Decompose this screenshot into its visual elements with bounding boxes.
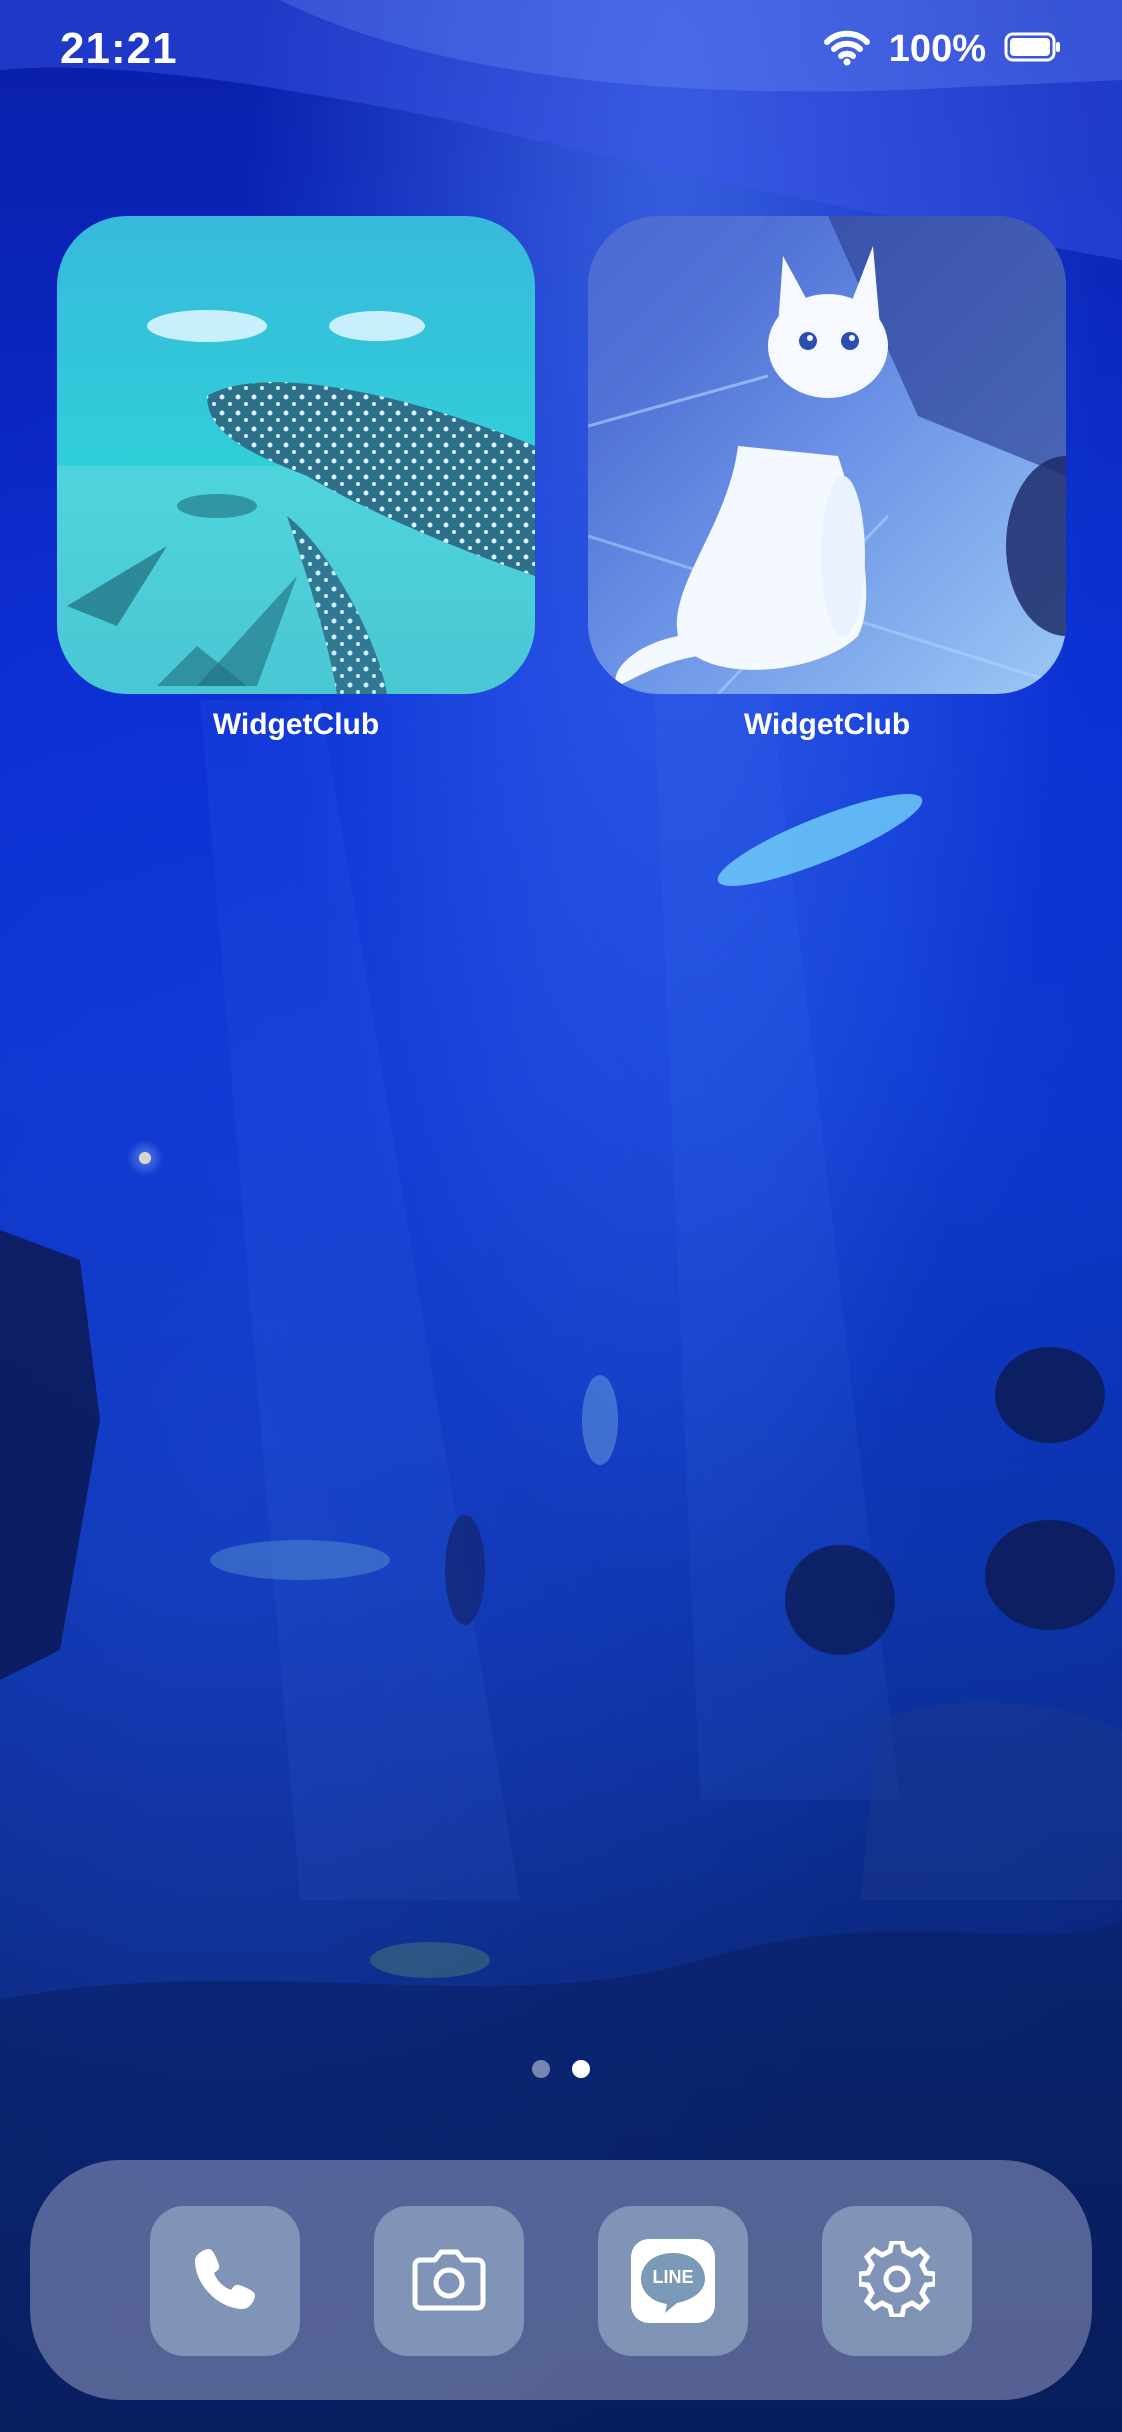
- gear-icon: [856, 2239, 938, 2322]
- camera-icon: [411, 2246, 487, 2317]
- settings-app[interactable]: [822, 2206, 972, 2356]
- page-dot-2-active[interactable]: [572, 2060, 590, 2078]
- line-icon-text: LINE: [652, 2267, 694, 2287]
- phone-icon: [189, 2243, 261, 2320]
- phone-app[interactable]: [150, 2206, 300, 2356]
- white-cat-image: [588, 216, 1066, 694]
- battery-percentage: 100%: [888, 28, 986, 70]
- battery-icon: [1004, 32, 1062, 67]
- status-indicators: 100%: [823, 28, 1062, 71]
- page-dot-1[interactable]: [532, 2060, 550, 2078]
- widget-label-right: WidgetClub: [743, 708, 911, 741]
- photo-widget-white-cat[interactable]: [588, 216, 1066, 694]
- page-indicator[interactable]: [0, 2060, 1122, 2078]
- dock: LINE: [30, 2160, 1092, 2400]
- line-app[interactable]: LINE: [598, 2206, 748, 2356]
- wifi-icon: [823, 28, 871, 71]
- widget-label-left: WidgetClub: [212, 708, 380, 741]
- line-icon: LINE: [631, 2239, 715, 2323]
- whale-shark-image: [57, 216, 535, 694]
- photo-widget-whale-shark[interactable]: [57, 216, 535, 694]
- status-bar: 21:21 100%: [0, 0, 1122, 100]
- clock-time: 21:21: [60, 24, 178, 73]
- camera-app[interactable]: [374, 2206, 524, 2356]
